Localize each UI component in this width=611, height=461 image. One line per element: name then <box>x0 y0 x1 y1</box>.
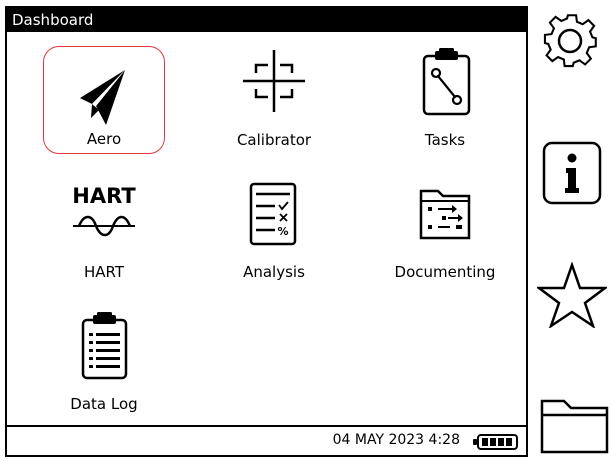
tile-aero-label: Aero <box>86 130 122 148</box>
tile-hart[interactable]: HART HART <box>43 178 165 286</box>
tile-tasks[interactable]: Tasks <box>384 46 506 154</box>
status-time: 4:28 <box>428 432 460 448</box>
star-icon <box>535 261 609 330</box>
info-icon <box>542 141 602 205</box>
tile-tasks-label: Tasks <box>424 131 466 149</box>
tile-documenting-label: Documenting <box>394 263 496 281</box>
svg-text:%: % <box>277 225 288 238</box>
favorites-button[interactable] <box>535 261 609 330</box>
settings-button[interactable] <box>537 8 603 74</box>
hart-logo-text: HART <box>72 184 136 208</box>
gear-icon <box>543 14 597 68</box>
title-bar: Dashboard <box>7 8 526 32</box>
tile-analysis[interactable]: % Analysis <box>213 178 335 286</box>
tile-calibrator[interactable]: Calibrator <box>213 46 335 154</box>
tile-analysis-label: Analysis <box>243 263 305 281</box>
folder-icon <box>540 399 609 454</box>
info-button[interactable] <box>541 140 607 206</box>
status-bar: 04 MAY 2023 4:28 <box>7 425 526 455</box>
battery-icon <box>473 434 518 450</box>
tile-data-log-label: Data Log <box>70 395 138 413</box>
tile-data-log[interactable]: Data Log <box>43 310 165 418</box>
tile-documenting[interactable]: Documenting <box>384 178 506 286</box>
screen-title: Dashboard <box>12 11 94 29</box>
tile-aero[interactable]: Aero <box>43 46 165 154</box>
status-date: 04 MAY 2023 <box>332 432 425 448</box>
tile-calibrator-label: Calibrator <box>236 131 312 149</box>
status-datetime: 04 MAY 2023 4:28 <box>333 432 460 448</box>
tile-hart-label: HART <box>83 263 125 281</box>
dashboard-screen: Dashboard Aero Calibrator Tasks HART HAR… <box>5 6 528 457</box>
files-button[interactable] <box>540 396 610 456</box>
